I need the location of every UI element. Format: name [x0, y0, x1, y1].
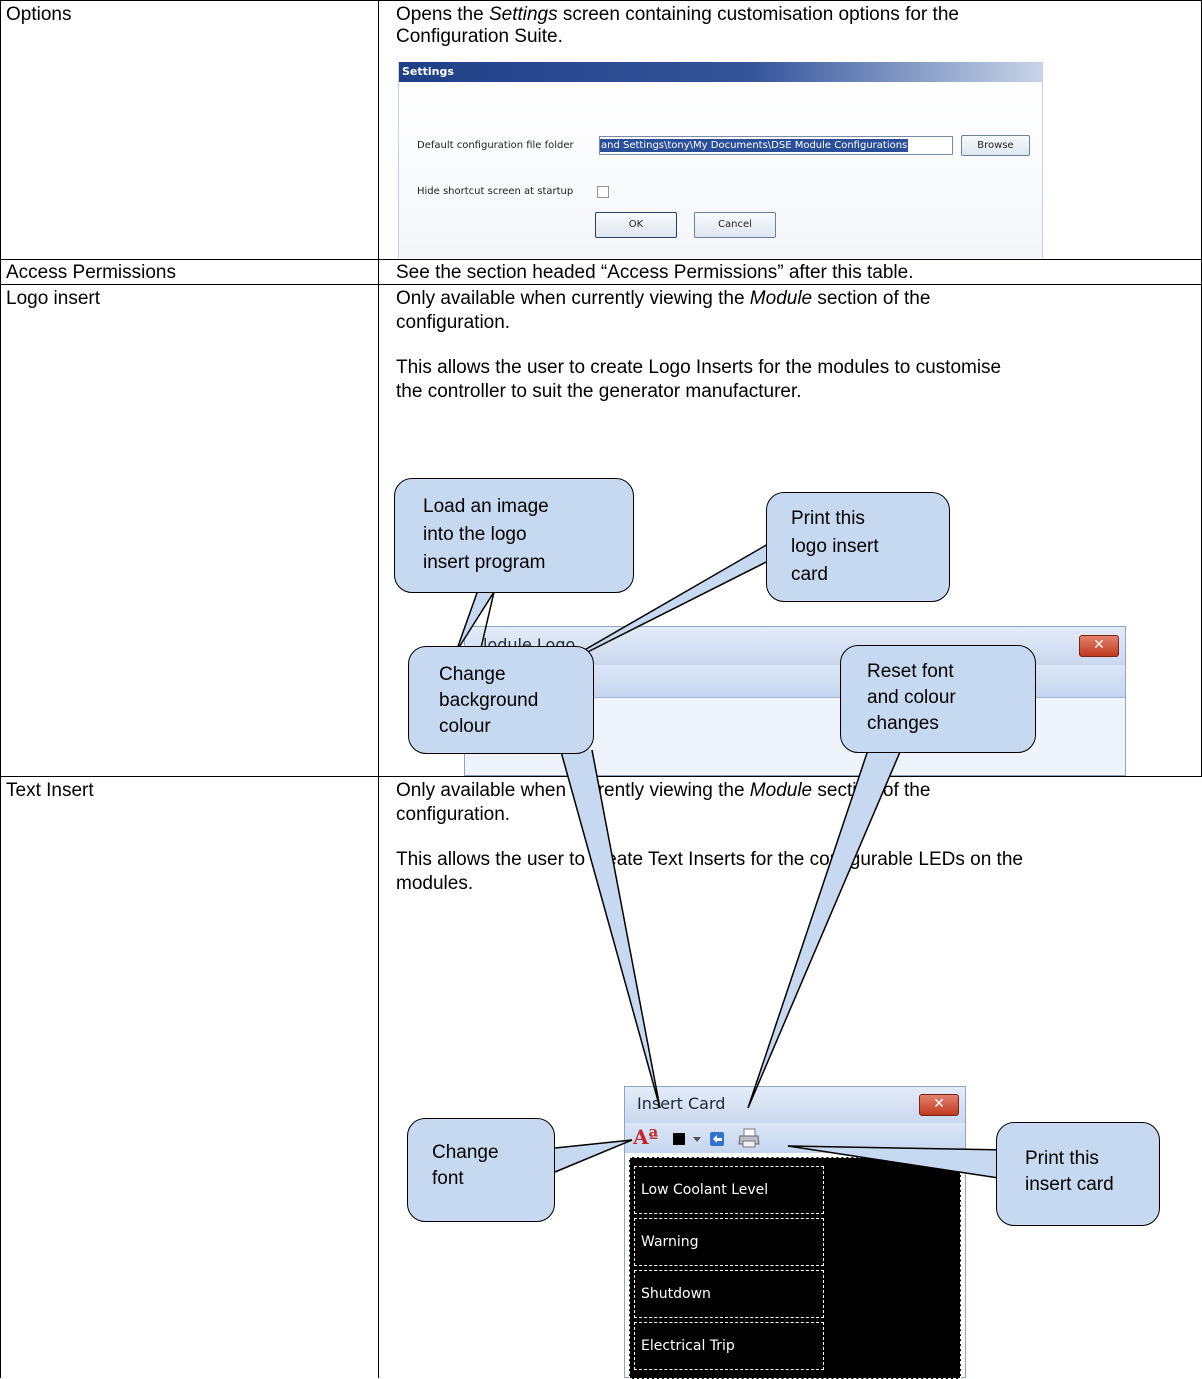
callout-line: Print this: [1025, 1148, 1099, 1169]
callout-line: logo insert: [791, 536, 879, 557]
callout-tail: [787, 1145, 1013, 1181]
callout-line: colour: [439, 716, 491, 737]
callout-line: insert program: [423, 552, 546, 573]
callout-line: font: [432, 1168, 464, 1189]
callout-line: background: [439, 690, 539, 711]
callout-line: changes: [867, 713, 939, 734]
callout-load-image: Load an image into the logo insert progr…: [394, 478, 634, 593]
callout-line: Load an image: [423, 496, 549, 517]
callout-line: Print this: [791, 508, 865, 529]
callout-line: Reset font: [867, 661, 954, 682]
callout-tail: [559, 747, 661, 1109]
callout-line: card: [791, 564, 828, 585]
callout-line: Change: [439, 664, 506, 685]
callout-line: insert card: [1025, 1174, 1114, 1195]
callout-tail: [554, 1139, 633, 1173]
callout-print-insert: Print this insert card: [996, 1122, 1160, 1226]
callout-tail: [747, 749, 901, 1109]
callout-print-logo: Print this logo insert card: [766, 492, 950, 602]
callout-tail: [455, 589, 495, 653]
callout-line: into the logo: [423, 524, 527, 545]
callout-line: and colour: [867, 687, 956, 708]
callout-change-font: Change font: [407, 1118, 555, 1222]
callout-reset-font: Reset font and colour changes: [840, 645, 1036, 753]
callout-change-background: Change background colour: [408, 646, 594, 754]
callout-line: Change: [432, 1142, 499, 1163]
